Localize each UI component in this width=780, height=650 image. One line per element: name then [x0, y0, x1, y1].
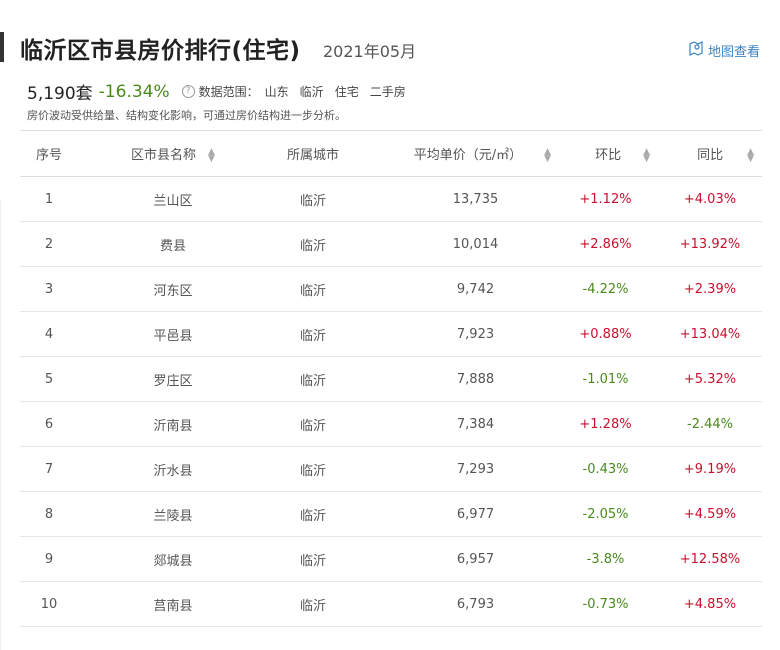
cell-city: 临沂 [268, 266, 358, 312]
cell-district: 沂水县 [78, 446, 268, 492]
cell-yoy: +13.92% [658, 221, 762, 267]
cell-city: 临沂 [268, 176, 358, 222]
header-district[interactable]: 区市县名称 ▲ ▼ [78, 130, 268, 177]
cell-city: 临沂 [268, 581, 358, 627]
scope-type: 住宅 [334, 85, 359, 99]
title-accent-bar [0, 32, 4, 62]
ranking-table: 序号 区市县名称 ▲ ▼ 所属城市 平均单价（元/㎡） ▲ ▼ 环比 ▲ ▼ 同比 ▲ ▼ 1兰… [20, 130, 762, 627]
table-row[interactable]: 9 郯城县 临沂 6,957 -3.8% +12.58% [20, 536, 762, 582]
cell-city: 临沂 [268, 221, 358, 267]
period-date: 2021年05月 [323, 42, 417, 61]
cell-rank: 3 [20, 266, 78, 312]
sort-arrows-icon[interactable]: ▲ ▼ [208, 147, 215, 163]
cell-yoy: -2.44% [658, 401, 762, 447]
cell-price: 7,923 [358, 311, 553, 357]
cell-price: 6,977 [358, 491, 553, 537]
sort-arrows-icon[interactable]: ▲ ▼ [544, 147, 551, 163]
cell-rank: 2 [20, 221, 78, 267]
cell-rank: 6 [20, 401, 78, 447]
price-note: 房价波动受供给量、结构变化影响，可通过房价结构进一步分析。 [27, 109, 346, 122]
cell-district: 郯城县 [78, 536, 268, 582]
table-row[interactable]: 5 罗庄区 临沂 7,888 -1.01% +5.32% [20, 356, 762, 402]
table-row[interactable]: 4 平邑县 临沂 7,923 +0.88% +13.04% [20, 311, 762, 357]
cell-yoy: +13.04% [658, 311, 762, 357]
cell-mom: -2.05% [553, 491, 658, 537]
cell-mom: +0.88% [553, 311, 658, 357]
header-price[interactable]: 平均单价（元/㎡） ▲ ▼ [358, 130, 553, 177]
cell-district: 费县 [78, 221, 268, 267]
map-view-link[interactable]: 地图查看 [688, 40, 760, 60]
cell-district: 兰山区 [78, 176, 268, 222]
map-pin-icon [688, 40, 704, 60]
header-mom[interactable]: 环比 ▲ ▼ [553, 130, 658, 177]
table-header-row: 序号 区市县名称 ▲ ▼ 所属城市 平均单价（元/㎡） ▲ ▼ 环比 ▲ ▼ 同比 ▲ ▼ [20, 130, 762, 177]
table-row[interactable]: 3 河东区 临沂 9,742 -4.22% +2.39% [20, 266, 762, 312]
cell-district: 罗庄区 [78, 356, 268, 402]
left-divider [0, 200, 1, 650]
cell-price: 7,888 [358, 356, 553, 402]
cell-price: 7,293 [358, 446, 553, 492]
map-view-label: 地图查看 [708, 44, 761, 60]
scope-market: 二手房 [369, 85, 406, 99]
listing-change: -16.34% [98, 81, 170, 102]
table-row[interactable]: 7 沂水县 临沂 7,293 -0.43% +9.19% [20, 446, 762, 492]
cell-mom: -4.22% [553, 266, 658, 312]
cell-yoy: +4.85% [658, 581, 762, 627]
sort-arrows-icon[interactable]: ▲ ▼ [643, 147, 650, 163]
cell-district: 兰陵县 [78, 491, 268, 537]
cell-price: 6,793 [358, 581, 553, 627]
cell-mom: +1.12% [553, 176, 658, 222]
cell-district: 平邑县 [78, 311, 268, 357]
scope-province: 山东 [264, 85, 289, 99]
cell-price: 7,384 [358, 401, 553, 447]
cell-district: 沂南县 [78, 401, 268, 447]
cell-city: 临沂 [268, 401, 358, 447]
cell-district: 莒南县 [78, 581, 268, 627]
cell-rank: 5 [20, 356, 78, 402]
table-row[interactable]: 1 兰山区 临沂 13,735 +1.12% +4.03% [20, 176, 762, 222]
summary-stats: 5,190套 -16.34% ? 数据范围： 山东 临沂 住宅 二手房 [27, 79, 417, 105]
header-yoy[interactable]: 同比 ▲ ▼ [658, 130, 762, 177]
cell-yoy: +12.58% [658, 536, 762, 582]
cell-price: 10,014 [358, 221, 553, 267]
cell-price: 9,742 [358, 266, 553, 312]
scope-city: 临沂 [299, 85, 324, 99]
table-row[interactable]: 2 费县 临沂 10,014 +2.86% +13.92% [20, 221, 762, 267]
header-rank: 序号 [20, 130, 78, 177]
header-city: 所属城市 [268, 130, 358, 177]
cell-mom: -0.73% [553, 581, 658, 627]
cell-rank: 9 [20, 536, 78, 582]
cell-rank: 10 [20, 581, 78, 627]
cell-city: 临沂 [268, 491, 358, 537]
table-row[interactable]: 8 兰陵县 临沂 6,977 -2.05% +4.59% [20, 491, 762, 537]
cell-mom: -1.01% [553, 356, 658, 402]
cell-rank: 8 [20, 491, 78, 537]
table-row[interactable]: 10 莒南县 临沂 6,793 -0.73% +4.85% [20, 581, 762, 627]
cell-rank: 7 [20, 446, 78, 492]
listing-count: 5,190套 [27, 84, 93, 104]
cell-city: 临沂 [268, 356, 358, 402]
sort-arrows-icon[interactable]: ▲ ▼ [747, 147, 754, 163]
cell-city: 临沂 [268, 311, 358, 357]
cell-mom: -0.43% [553, 446, 658, 492]
cell-mom: -3.8% [553, 536, 658, 582]
scope-label: 数据范围： [198, 85, 259, 99]
cell-yoy: +9.19% [658, 446, 762, 492]
cell-yoy: +5.32% [658, 356, 762, 402]
cell-city: 临沂 [268, 446, 358, 492]
question-circle-icon[interactable]: ? [181, 85, 195, 98]
cell-yoy: +4.59% [658, 491, 762, 537]
cell-rank: 4 [20, 311, 78, 357]
cell-yoy: +2.39% [658, 266, 762, 312]
cell-mom: +1.28% [553, 401, 658, 447]
cell-city: 临沂 [268, 536, 358, 582]
cell-mom: +2.86% [553, 221, 658, 267]
cell-district: 河东区 [78, 266, 268, 312]
page-title: 临沂区市县房价排行(住宅) [20, 38, 301, 64]
table-row[interactable]: 6 沂南县 临沂 7,384 +1.28% -2.44% [20, 401, 762, 447]
cell-price: 13,735 [358, 176, 553, 222]
cell-price: 6,957 [358, 536, 553, 582]
cell-yoy: +4.03% [658, 176, 762, 222]
cell-rank: 1 [20, 176, 78, 222]
